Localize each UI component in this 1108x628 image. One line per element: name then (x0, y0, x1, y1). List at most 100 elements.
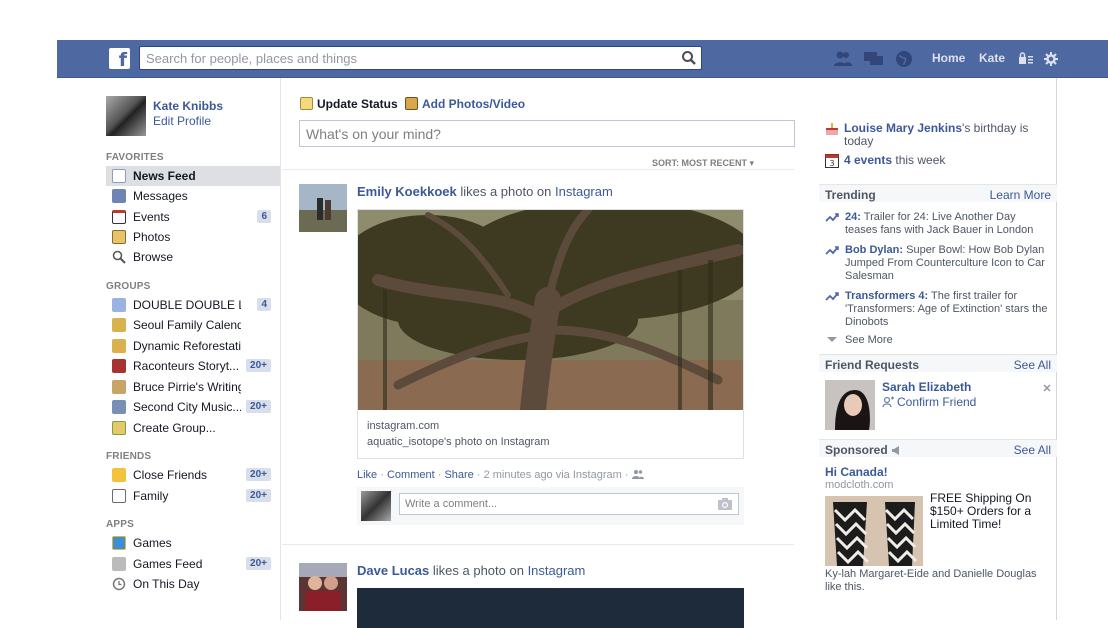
ad-body-text[interactable]: FREE Shipping On $150+ Orders for a Limi… (930, 492, 1050, 531)
attachment-title[interactable]: aquatic_isotope's photo on Instagram (367, 436, 550, 448)
privacy-shortcuts-icon[interactable] (1018, 52, 1034, 66)
trending-item[interactable]: Bob Dylan: Super Bowl: How Bob Dylan Jum… (825, 244, 1051, 283)
comment-input[interactable] (400, 494, 710, 514)
sidebar-item-games[interactable]: Games (106, 533, 279, 553)
trending-topic: 24: (845, 211, 861, 223)
story-timestamp[interactable]: 2 minutes ago via Instagram (484, 469, 622, 481)
sidebar-item-browse[interactable]: Browse (106, 247, 279, 267)
sidebar-item-group[interactable]: DOUBLE DOUBLE L... 4 (106, 295, 279, 315)
add-photos-tab[interactable]: Add Photos/Video (405, 97, 525, 111)
sidebar-item-photos[interactable]: Photos (106, 227, 279, 247)
sort-dropdown[interactable]: SORT: MOST RECENT ▾ (646, 158, 754, 169)
sidebar-item-group[interactable]: Raconteurs Storyt... 20+ (106, 356, 279, 376)
confirm-friend-button[interactable]: Confirm Friend (882, 395, 976, 409)
sidebar-item-on-this-day[interactable]: On This Day (106, 574, 279, 594)
profile-name[interactable]: Kate Knibbs (153, 99, 223, 113)
sidebar-item-games-feed[interactable]: Games Feed 20+ (106, 554, 279, 574)
story-avatar[interactable] (299, 184, 347, 232)
events-text: this week (892, 153, 946, 167)
events-count-badge: 6 (257, 210, 271, 223)
birthday-person-link[interactable]: Louise Mary Jenkins (844, 121, 962, 135)
home-link[interactable]: Home (932, 51, 965, 65)
events-reminder: 3 4 events this week (825, 153, 946, 168)
friend-requests-header: Friend Requests See All (819, 354, 1057, 372)
sponsored-header: Sponsored See All (819, 439, 1057, 457)
ad-dress-image[interactable] (825, 496, 923, 566)
story-actor-link[interactable]: Dave Lucas (357, 563, 429, 578)
sidebar-item-news-feed[interactable]: News Feed (106, 166, 280, 186)
facebook-logo[interactable]: f (109, 48, 130, 71)
sponsored-label: Sponsored (825, 443, 888, 457)
requester-avatar[interactable] (825, 380, 875, 430)
story-header: Emily Koekkoek likes a photo on Instagra… (357, 184, 613, 199)
story-avatar[interactable] (299, 563, 347, 611)
story-app-link[interactable]: Instagram (555, 184, 613, 199)
trending-topic: Bob Dylan: (845, 244, 904, 256)
friends-audience-icon[interactable] (631, 469, 644, 479)
friend-requests-icon[interactable] (833, 50, 853, 68)
camera-icon[interactable] (718, 498, 732, 510)
top-bar: f Home Kate (57, 40, 1108, 78)
notifications-globe-icon[interactable] (895, 50, 913, 68)
trending-header: Trending Learn More (819, 184, 1057, 202)
group-count-badge: 4 (257, 298, 271, 311)
tree-photo[interactable] (358, 210, 743, 410)
sidebar-item-messages[interactable]: Messages (106, 186, 279, 206)
trending-learn-more-link[interactable]: Learn More (990, 188, 1051, 202)
sidebar-item-group[interactable]: Second City Music... 20+ (106, 397, 279, 417)
search-box (139, 46, 702, 70)
profile-link[interactable]: Kate (979, 51, 1005, 65)
photos-icon (112, 230, 126, 244)
birthday-reminder: Louise Mary Jenkins's birthday is today (825, 122, 1051, 148)
sidebar-item-group[interactable]: Seoul Family Calendar (106, 315, 279, 335)
sidebar-item-events[interactable]: Events 6 (106, 207, 279, 227)
edit-profile-link[interactable]: Edit Profile (153, 114, 211, 128)
update-status-tab[interactable]: Update Status (300, 97, 398, 111)
apps-heading: APPS (106, 519, 135, 530)
birthday-cake-icon (826, 123, 838, 135)
like-link[interactable]: Like (357, 469, 377, 481)
profile-avatar[interactable] (106, 96, 146, 136)
sidebar-item-family[interactable]: Family 20+ (106, 486, 279, 506)
group-icon (112, 339, 126, 353)
trending-arrow-icon (825, 213, 839, 222)
search-input[interactable] (140, 47, 660, 69)
favorites-heading: FAVORITES (106, 152, 164, 163)
sidebar-item-label: Second City Music... (133, 400, 241, 414)
family-count-badge: 20+ (246, 489, 271, 502)
trending-arrow-icon (825, 246, 839, 255)
share-link[interactable]: Share (444, 469, 473, 481)
sponsored-see-all-link[interactable]: See All (1014, 443, 1051, 457)
wine-bottle-icon (112, 359, 126, 373)
svg-text:3: 3 (829, 159, 834, 168)
sidebar-item-group[interactable]: Bruce Pirrie's Writing Cla... (106, 377, 279, 397)
shared-photo-attachment[interactable]: instagram.com aquatic_isotope's photo on… (357, 209, 744, 459)
sidebar-item-label: Seoul Family Calendar (133, 318, 241, 332)
story-app-link[interactable]: Instagram (528, 563, 586, 578)
status-input[interactable] (300, 121, 794, 146)
ad-title-link[interactable]: Hi Canada! (825, 465, 888, 479)
trending-item[interactable]: Transformers 4: The first trailer for 'T… (825, 290, 1051, 329)
chevron-down-icon (827, 337, 837, 342)
settings-gear-icon[interactable] (1044, 52, 1058, 66)
requester-name-link[interactable]: Sarah Elizabeth (882, 380, 971, 394)
trending-item[interactable]: 24: Trailer for 24: Live Another Day tea… (825, 211, 1051, 237)
shared-photo-preview[interactable] (357, 588, 744, 628)
sidebar-item-close-friends[interactable]: Close Friends 20+ (106, 465, 279, 485)
search-icon[interactable] (681, 50, 697, 66)
group-count-badge: 20+ (246, 400, 271, 413)
sidebar-item-label: On This Day (133, 577, 200, 591)
create-group-link[interactable]: Create Group... (106, 418, 279, 438)
events-count-link[interactable]: 4 events (844, 153, 892, 167)
friend-requests-see-all-link[interactable]: See All (1014, 358, 1051, 372)
see-more-trending-link[interactable]: See More (825, 334, 1051, 347)
comment-link[interactable]: Comment (387, 469, 435, 481)
sidebar-item-label: Messages (133, 189, 188, 203)
comment-field (399, 493, 739, 515)
sidebar-item-group[interactable]: Dynamic Reforestation (106, 336, 279, 356)
sidebar-item-label: Photos (133, 230, 171, 244)
messages-icon[interactable] (863, 50, 885, 68)
story-actor-link[interactable]: Emily Koekkoek (357, 184, 457, 199)
close-icon[interactable] (1043, 384, 1051, 392)
calendar-icon: 3 (825, 154, 839, 168)
